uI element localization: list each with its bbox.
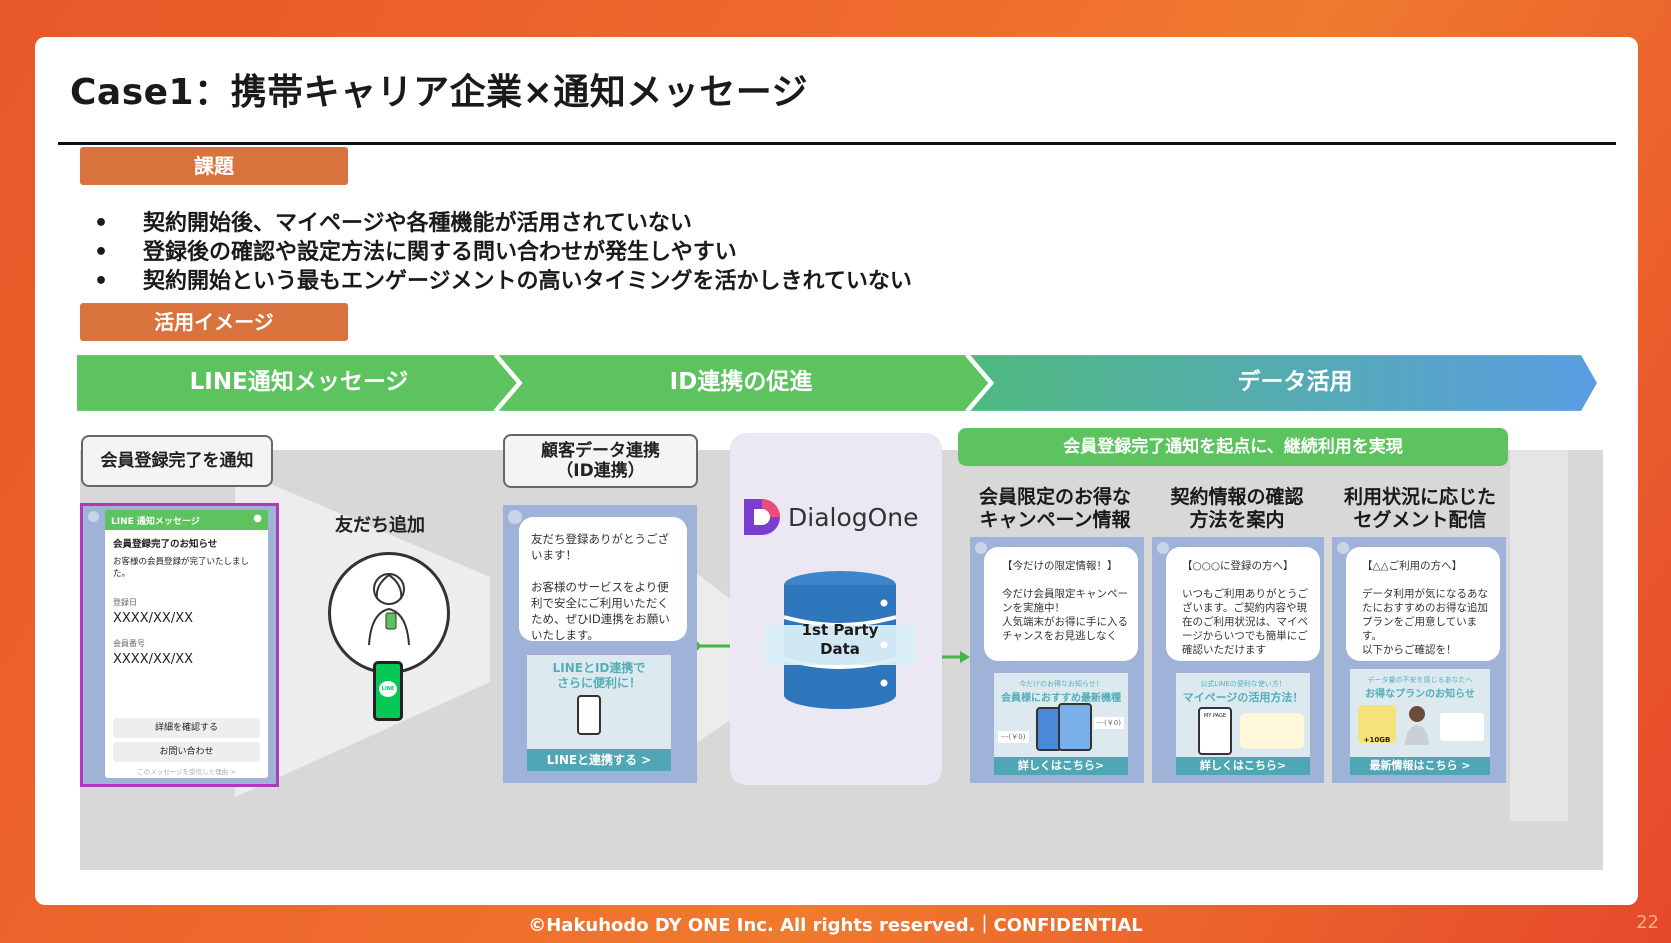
- friend-add-label: 友だち追加: [335, 515, 425, 536]
- continuity-banner: 会員登録完了通知を起点に、継続利用を実現: [958, 428, 1508, 466]
- cta-title: LINEとID連携で さらに便利に！: [552, 661, 646, 690]
- avatar: [508, 510, 522, 524]
- slide-card: Case1：携帯キャリア企業×通知メッセージ 課題 • 契約開始後、マイページや各…: [35, 37, 1638, 905]
- segment-cta: データ量の不安を感じるあなたへ お得なプランのお知らせ +10GB 最新情報はこ…: [1350, 669, 1490, 775]
- contract-heading: 契約情報の確認 方法を案内: [1170, 486, 1304, 531]
- contract-mock: 【○○○に登録の方へ】 いつもご利用ありがとうございます。ご契約内容や現在のご利…: [1152, 537, 1324, 783]
- field-value: XXXX/XX/XX: [113, 611, 194, 626]
- plan-badge: +10GB: [1358, 705, 1396, 744]
- mypage-phone-icon: MY PAGE: [1198, 707, 1232, 755]
- avatar: [88, 511, 99, 522]
- message-header: LINE 通知メッセージ ●: [105, 510, 268, 530]
- notify-label-box: 会員登録完了を通知: [81, 435, 273, 487]
- message-title: 会員登録完了のお知らせ: [113, 539, 218, 550]
- mypage-list: [1240, 713, 1304, 749]
- segment-bubble: 【△△ご利用の方へ】 データ利用が気になるあなたにおすすめのお得な追加プランをご…: [1346, 547, 1500, 661]
- person-phone-icon: [328, 552, 450, 674]
- step-2-label: ID連携の促進: [669, 369, 813, 395]
- line-logo: LINE: [379, 681, 397, 697]
- line-app-phone-icon: LINE: [373, 661, 403, 721]
- message-card: LINE 通知メッセージ ● 会員登録完了のお知らせ お客様の会員登録が完了いた…: [105, 510, 268, 778]
- step-3-label: データ活用: [1237, 369, 1353, 395]
- contract-cta: 公式LINEの便利な使い方！ マイページの活用方法！ MY PAGE 詳しくはこ…: [1176, 673, 1310, 775]
- page-number: 22: [1636, 912, 1659, 933]
- field-value: XXXX/XX/XX: [113, 652, 194, 667]
- segment-heading: 利用状況に応じた セグメント配信: [1343, 486, 1496, 531]
- contract-more-button[interactable]: 詳しくはこちら>: [1176, 757, 1310, 775]
- first-party-data-label: 1st Party Data: [801, 621, 879, 658]
- copyright-footer: ©Hakuhodo DY ONE Inc. All rights reserve…: [528, 915, 1143, 936]
- segment-more-button[interactable]: 最新情報はこちら >: [1350, 757, 1490, 775]
- id-link-mock: 友だち登録ありがとうございます！ お客様のサービスをより便利で安全にご利用いただ…: [503, 505, 697, 783]
- footer-note: このメッセージを受信した理由 >: [137, 768, 236, 776]
- field-label: 会員番号: [113, 639, 145, 648]
- bell-icon: ●: [253, 513, 262, 524]
- hand-phone-icon: [577, 695, 601, 735]
- tablet-icon: [1058, 703, 1092, 751]
- inquiry-button[interactable]: お問い合わせ: [113, 742, 260, 762]
- dialogone-icon: [744, 499, 780, 535]
- campaign-heading: 会員限定のお得な キャンペーン情報: [978, 486, 1131, 531]
- segment-mock: 【△△ご利用の方へ】 データ利用が気になるあなたにおすすめのお得な追加プランをご…: [1332, 537, 1506, 783]
- avatar: [1337, 542, 1349, 554]
- campaign-bubble: 【今だけの限定情報！】 今だけ会員限定キャンペーンを実施中！ 人気端末がお得に手…: [984, 547, 1138, 661]
- person-icon: [1402, 703, 1432, 745]
- detail-button[interactable]: 詳細を確認する: [113, 718, 260, 738]
- contract-bubble: 【○○○に登録の方へ】 いつもご利用ありがとうございます。ご契約内容や現在のご利…: [1166, 547, 1320, 661]
- line-message-mock: LINE 通知メッセージ ● 会員登録完了のお知らせ お客様の会員登録が完了いた…: [80, 503, 279, 787]
- campaign-more-button[interactable]: 詳しくはこちら>: [994, 757, 1128, 775]
- avatar: [1157, 542, 1169, 554]
- campaign-mock: 【今だけの限定情報！】 今だけ会員限定キャンペーンを実施中！ 人気端末がお得に手…: [970, 537, 1144, 783]
- field-label: 登録日: [113, 598, 137, 607]
- link-button[interactable]: LINEと連携する >: [527, 749, 671, 771]
- campaign-cta: 今だけのお得なお知らせ！ 会員様におすすめ最新機種 ---(￥0) ---(￥0…: [994, 673, 1128, 775]
- message-body: お客様の会員登録が完了いたしました。: [113, 557, 250, 579]
- id-link-label-box: 顧客データ連携 （ID連携）: [503, 434, 698, 488]
- plan-list: [1440, 713, 1484, 741]
- avatar: [975, 542, 987, 554]
- dialogone-logo: DialogOne: [740, 495, 919, 539]
- step-1-label: LINE通知メッセージ: [189, 369, 409, 395]
- id-link-bubble: 友だち登録ありがとうございます！ お客様のサービスをより便利で安全にご利用いただ…: [519, 517, 687, 642]
- id-link-cta: LINEとID連携で さらに便利に！ LINEと連携する >: [527, 655, 671, 771]
